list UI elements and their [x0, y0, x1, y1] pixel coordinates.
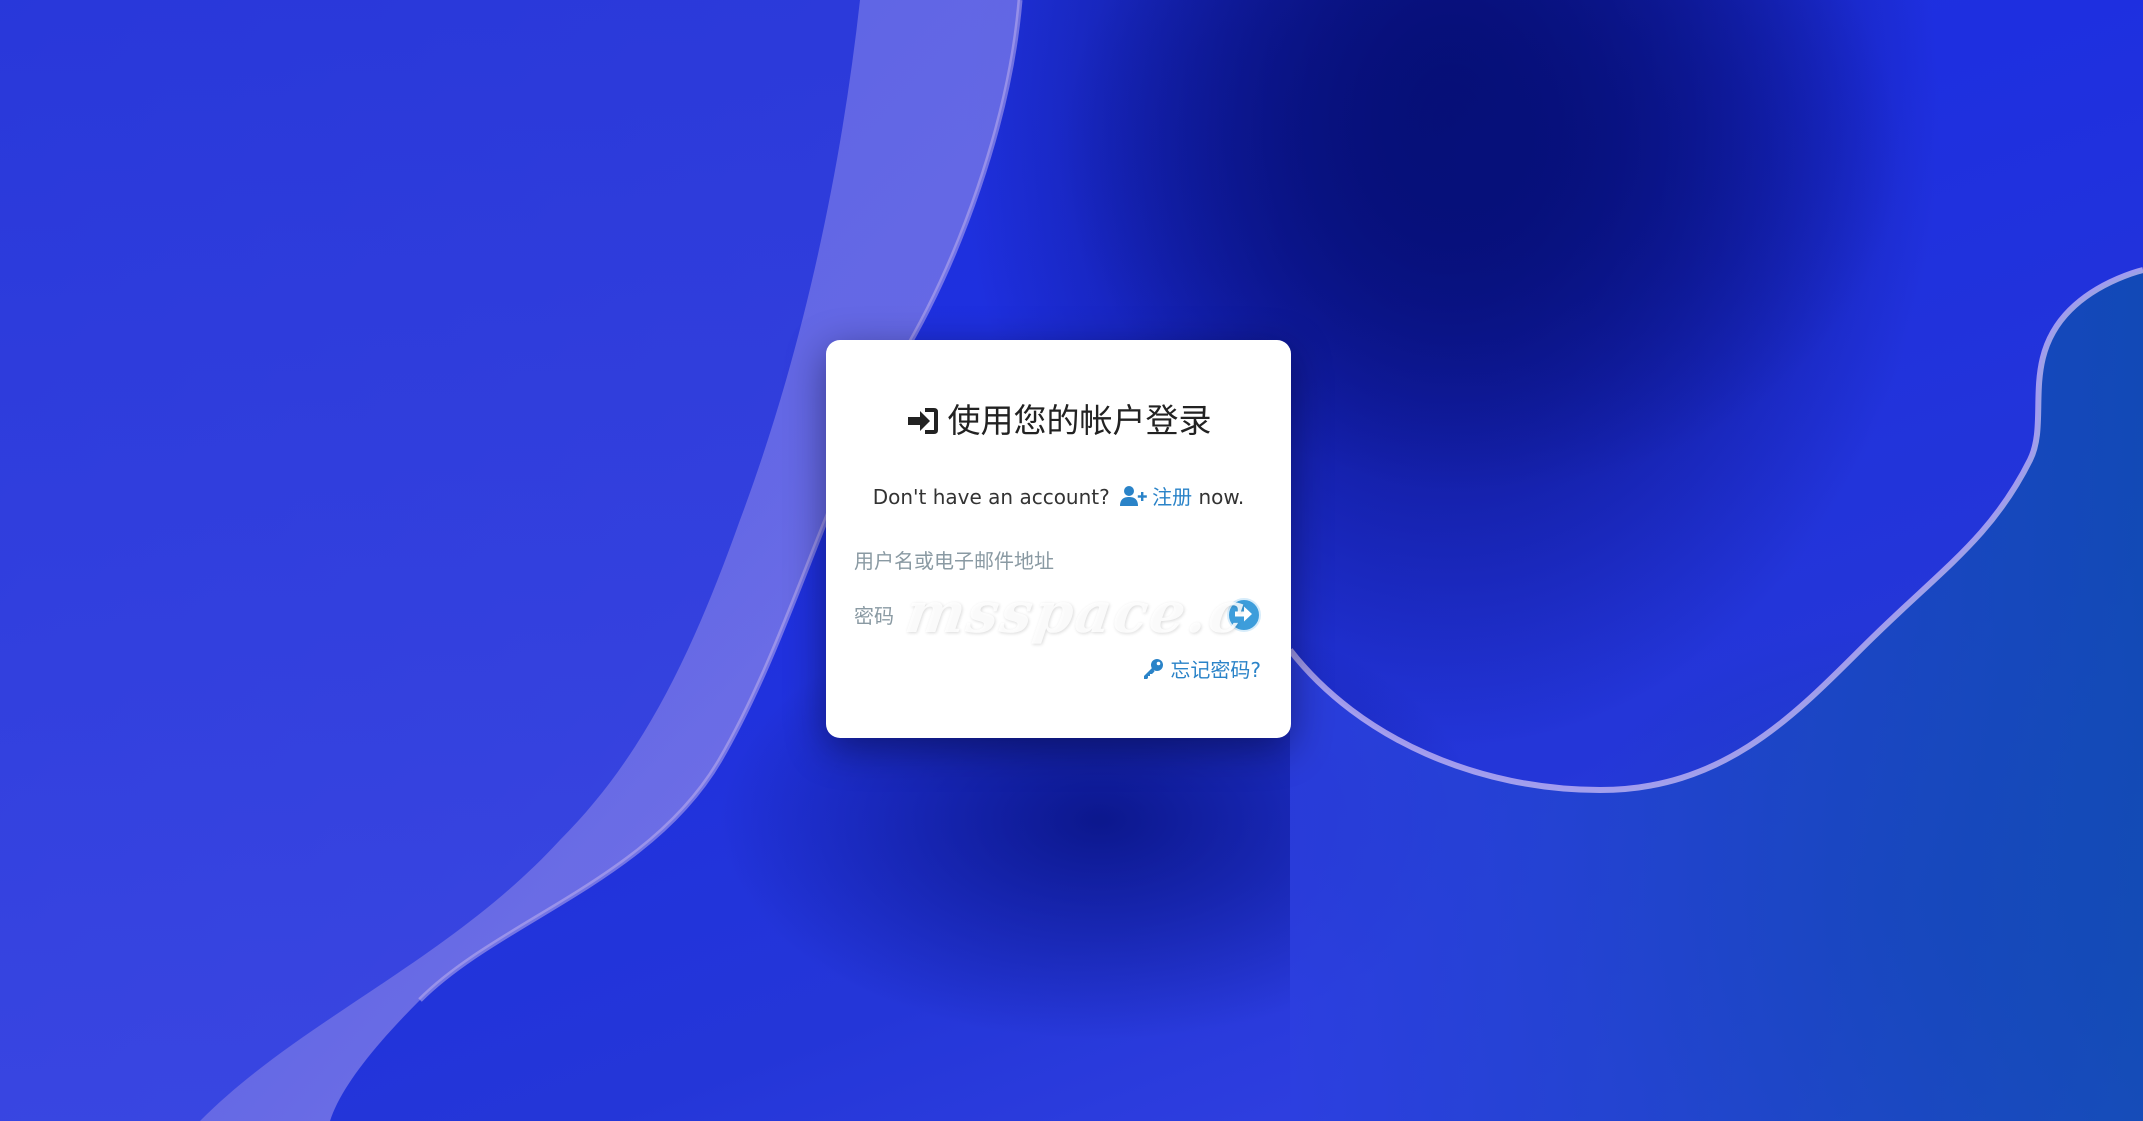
title-text: 使用您的帐户登录 [947, 401, 1212, 440]
login-card: 使用您的帐户登录 Don't have an account? 注册 now. … [826, 340, 1291, 738]
forgot-password-label: 忘记密码? [1170, 658, 1261, 682]
sign-in-icon [906, 405, 940, 444]
submit-button[interactable] [1227, 598, 1261, 632]
username-input[interactable] [854, 544, 1174, 578]
arrow-right-circle-icon [1234, 605, 1254, 626]
register-link[interactable]: 注册 [1116, 485, 1198, 509]
page-title: 使用您的帐户登录 [826, 394, 1291, 444]
register-label: 注册 [1152, 485, 1193, 509]
signup-prompt-suffix: now. [1198, 485, 1245, 509]
forgot-password-link[interactable]: 忘记密码? [1142, 654, 1261, 685]
signup-prompt-text: Don't have an account? [872, 485, 1110, 509]
signup-prompt: Don't have an account? 注册 now. [826, 481, 1291, 512]
password-input[interactable] [854, 599, 1174, 633]
user-plus-icon [1120, 485, 1148, 512]
key-icon [1142, 658, 1164, 685]
